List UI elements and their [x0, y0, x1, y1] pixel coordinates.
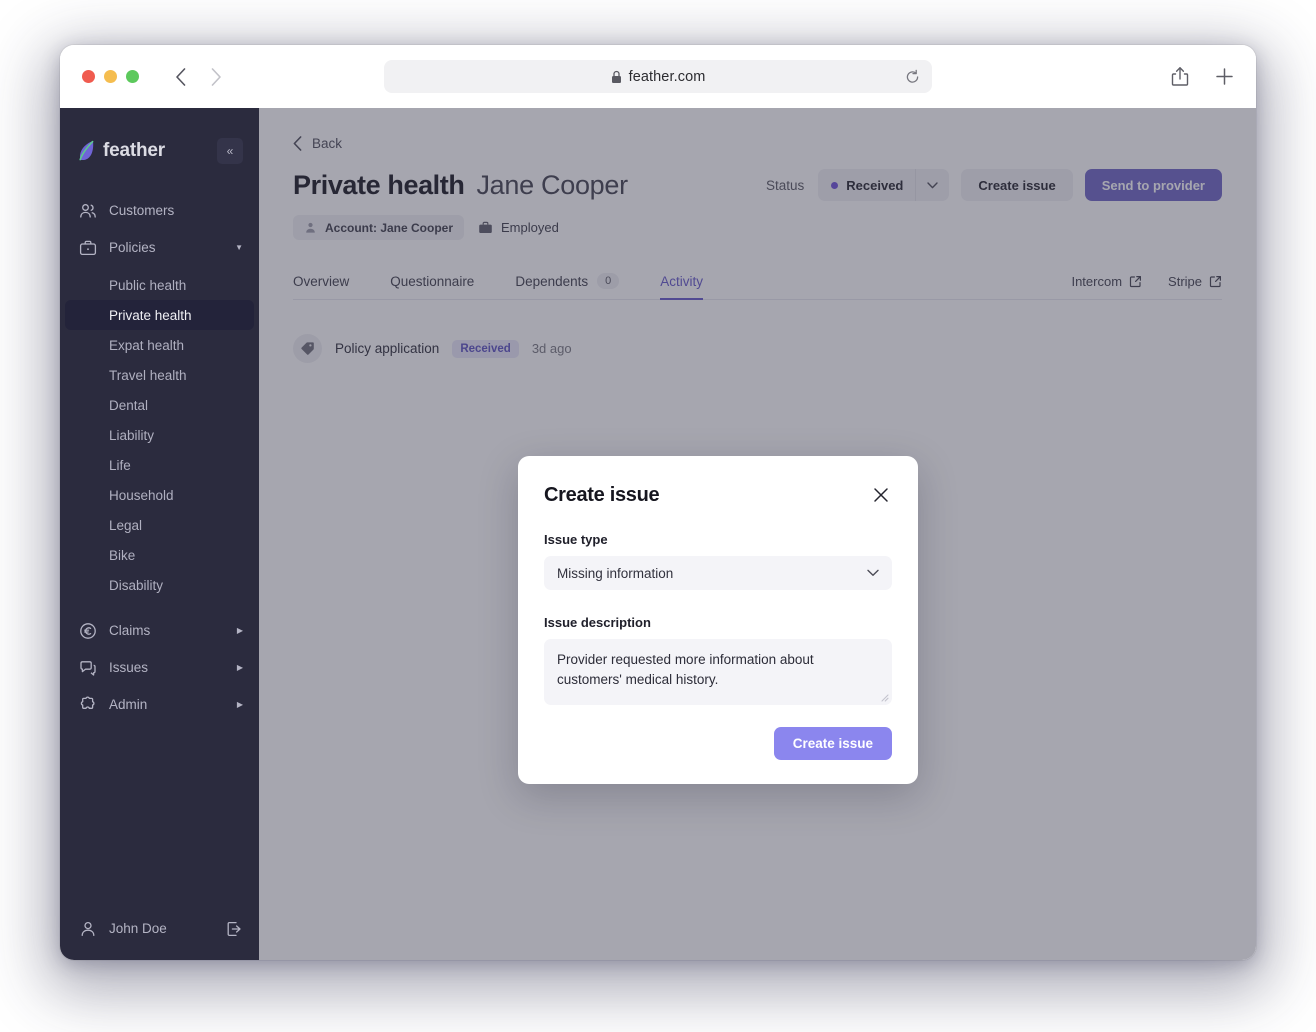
users-icon — [78, 201, 97, 220]
window-controls — [82, 70, 139, 83]
issue-type-label: Issue type — [544, 532, 608, 547]
sidebar-subitem-public-health[interactable]: Public health — [65, 270, 254, 300]
plus-icon[interactable] — [1215, 67, 1234, 86]
sidebar-item-customers[interactable]: Customers — [60, 192, 259, 229]
minimize-window-button[interactable] — [104, 70, 117, 83]
reload-icon[interactable] — [905, 69, 920, 84]
sidebar-subitem-legal[interactable]: Legal — [65, 510, 254, 540]
sidebar-subitem-bike[interactable]: Bike — [65, 540, 254, 570]
sidebar-user-name: John Doe — [109, 921, 167, 936]
issue-type-select[interactable]: Missing information — [544, 556, 892, 590]
sidebar-subitem-disability[interactable]: Disability — [65, 570, 254, 600]
sidebar-collapse-button[interactable]: « — [217, 138, 243, 164]
issue-description-textarea[interactable]: Provider requested more information abou… — [544, 639, 892, 705]
chrome-right-actions — [1171, 66, 1234, 87]
feather-quill-icon — [78, 140, 95, 162]
briefcase-icon — [78, 238, 97, 257]
lock-icon — [611, 70, 622, 84]
sidebar-brand[interactable]: feather « — [60, 108, 259, 170]
sidebar-item-caret: ▶ — [236, 700, 243, 709]
browser-forward-icon[interactable] — [205, 66, 227, 88]
maximize-window-button[interactable] — [126, 70, 139, 83]
brand-name: feather — [103, 140, 165, 161]
share-icon[interactable] — [1171, 66, 1189, 87]
sidebar-subitem-household[interactable]: Household — [65, 480, 254, 510]
chevron-down-icon — [867, 569, 879, 577]
sidebar-item-caret: ▶ — [236, 626, 243, 635]
sidebar-subitem-travel-health[interactable]: Travel health — [65, 360, 254, 390]
navigation-arrows — [169, 66, 227, 88]
sidebar-subitem-liability[interactable]: Liability — [65, 420, 254, 450]
browser-back-icon[interactable] — [169, 66, 191, 88]
person-icon — [78, 919, 97, 938]
sidebar-item-policies[interactable]: Policies ▼ — [60, 229, 259, 266]
modal-create-issue-button[interactable]: Create issue — [773, 726, 892, 760]
sidebar-item-caret: ▶ — [236, 663, 243, 672]
browser-chrome: feather.com — [60, 45, 1256, 108]
modal-footer: Create issue — [544, 726, 892, 760]
sidebar-item-label: Admin — [109, 697, 148, 712]
issue-type-value: Missing information — [557, 565, 674, 581]
sidebar-subitem-expat-health[interactable]: Expat health — [65, 330, 254, 360]
address-bar-container: feather.com — [384, 60, 932, 93]
sidebar: feather « Customers Policies ▼ Public he… — [60, 108, 259, 960]
close-window-button[interactable] — [82, 70, 95, 83]
resize-handle[interactable] — [879, 692, 889, 702]
sidebar-policies-submenu: Public health Private health Expat healt… — [60, 270, 259, 600]
modal-header: Create issue — [544, 484, 892, 507]
sidebar-item-claims[interactable]: Claims ▶ — [60, 612, 259, 649]
puzzle-icon — [78, 695, 97, 714]
issue-description-value: Provider requested more information abou… — [557, 652, 814, 688]
sidebar-item-caret: ▼ — [235, 243, 243, 252]
modal-title: Create issue — [544, 484, 660, 506]
sidebar-item-admin[interactable]: Admin ▶ — [60, 686, 259, 723]
sidebar-item-label: Policies — [109, 240, 156, 255]
close-icon[interactable] — [870, 484, 892, 506]
chat-icon — [78, 658, 97, 677]
url-text: feather.com — [628, 68, 706, 85]
sidebar-item-label: Claims — [109, 623, 151, 638]
sidebar-subitem-life[interactable]: Life — [65, 450, 254, 480]
logout-icon[interactable] — [225, 920, 243, 938]
sidebar-nav: Customers Policies ▼ Public health Priva… — [60, 192, 259, 723]
issue-description-label: Issue description — [544, 615, 651, 630]
browser-window: feather.com feather « Customers Policies… — [60, 45, 1256, 960]
sidebar-subitem-dental[interactable]: Dental — [65, 390, 254, 420]
application-body: feather « Customers Policies ▼ Public he… — [60, 108, 1256, 960]
sidebar-item-issues[interactable]: Issues ▶ — [60, 649, 259, 686]
sidebar-item-label: Issues — [109, 660, 149, 675]
sidebar-user-section: John Doe — [60, 919, 259, 960]
sidebar-subitem-private-health[interactable]: Private health — [65, 300, 254, 330]
create-issue-modal: Create issue Issue type Missing informat… — [518, 456, 918, 784]
euro-circle-icon — [78, 621, 97, 640]
address-bar[interactable]: feather.com — [384, 60, 932, 93]
sidebar-item-label: Customers — [109, 203, 175, 218]
